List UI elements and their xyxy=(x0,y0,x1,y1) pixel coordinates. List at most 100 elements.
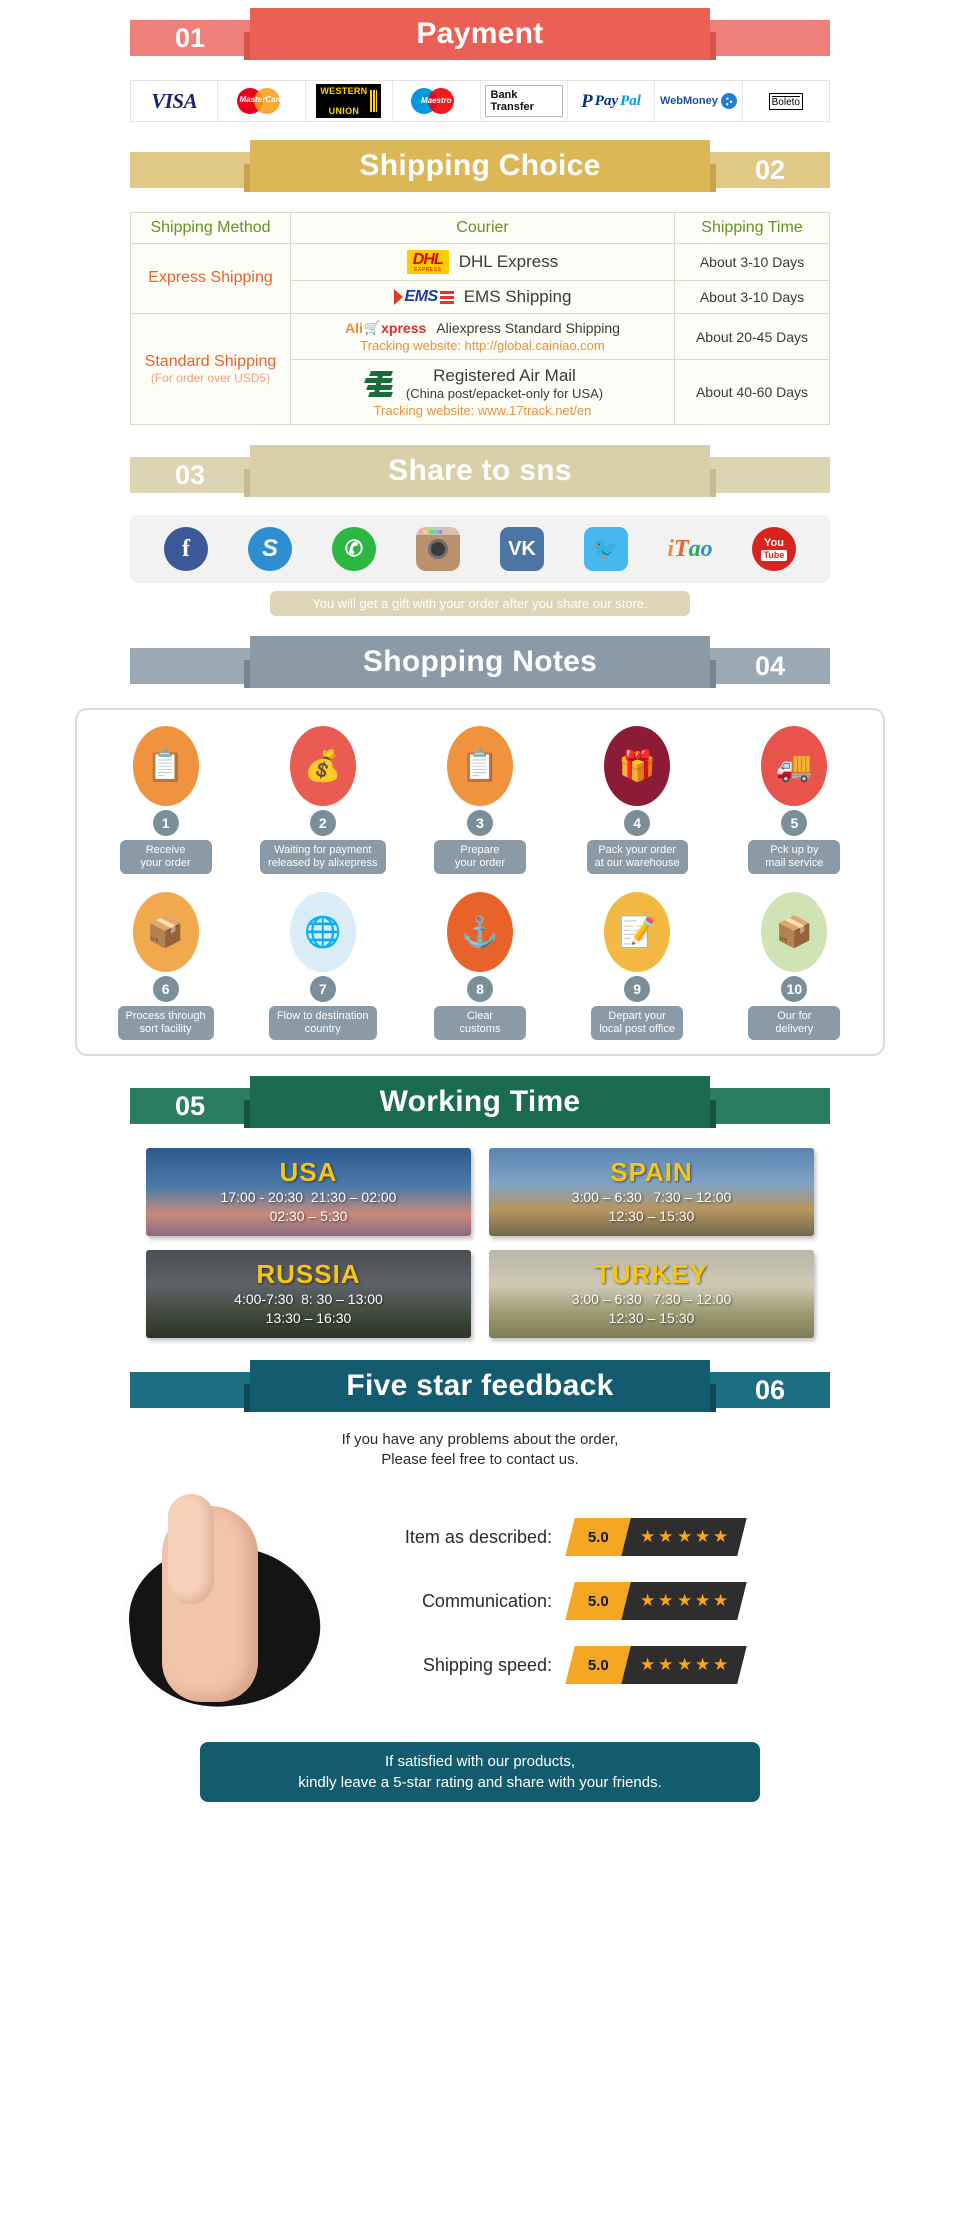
payment-method-visa: VISA xyxy=(131,81,219,121)
ribbon-share: Share to sns 03 xyxy=(130,441,830,503)
shopping-note-step-9: 📝 9 Depart your local post office xyxy=(562,892,712,1040)
payment-method-bank-transfer: Bank Transfer xyxy=(481,81,568,121)
working-time-card-russia: RUSSIA 4:00-7:30 8: 30 – 13:00 13:30 – 16… xyxy=(146,1250,471,1338)
rating-score: 5.0 xyxy=(565,1582,631,1620)
cell-courier-ems: EMS EMS Shipping xyxy=(290,280,675,314)
star-icon: ★ xyxy=(640,1527,656,1546)
working-time-card-spain: SPAIN 3:00 – 6:30 7:30 – 12:00 12:30 – 15… xyxy=(489,1148,814,1236)
vk-icon[interactable]: VK xyxy=(500,527,544,571)
rating-score: 5.0 xyxy=(565,1646,631,1684)
step-label: Clear customs xyxy=(433,1006,526,1040)
star-icon: ★ xyxy=(658,1527,674,1546)
section-number: 02 xyxy=(754,155,786,185)
thumb-shape xyxy=(168,1494,214,1604)
payment-method-paypal: P Pay Pal xyxy=(568,81,656,121)
rating-label: Communication: xyxy=(421,1590,552,1611)
section-working-time: Working Time 05 USA 17:00 - 20:30 21:30 – … xyxy=(0,1072,960,1338)
paypal-logo: P Pay Pal xyxy=(581,92,641,111)
section-shopping-notes: Shopping Notes 04 📋 1 Receive your order 💰 2 Wa… xyxy=(0,632,960,1056)
header-courier: Courier xyxy=(290,212,675,244)
rating-badge: 5.0 ★ ★ ★ ★ ★ xyxy=(565,1518,747,1556)
section-title: Five star feedback xyxy=(346,1369,614,1402)
section-number: 03 xyxy=(174,460,206,490)
ribbon-body: Share to sns xyxy=(250,445,710,497)
section-number: 06 xyxy=(754,1375,786,1405)
itao-icon[interactable]: iTao xyxy=(667,527,712,571)
ribbon-tail-left xyxy=(130,152,250,188)
shopping-note-step-2: 💰 2 Waiting for payment released by alixepr… xyxy=(248,726,398,874)
step-label: Pack your order at our warehouse xyxy=(586,840,688,874)
country-name: USA xyxy=(279,1156,338,1187)
webmoney-globe-icon xyxy=(720,93,737,109)
mail-truck-icon: 🚚 xyxy=(761,726,828,806)
instagram-icon[interactable] xyxy=(416,527,460,571)
webmoney-logo: WebMoney xyxy=(660,93,737,109)
social-icons-bar: f S ✆ VK 🐦 iTao You Tube xyxy=(130,515,830,583)
section-title: Payment xyxy=(416,17,544,50)
step-label: Waiting for payment released by alixepres… xyxy=(260,840,386,874)
rating-row-2: Shipping speed: 5.0 ★ ★ ★ ★ ★ xyxy=(360,1646,860,1684)
section-number: 04 xyxy=(754,651,786,681)
tracking-website-cainiao[interactable]: Tracking website: http://global.cainiao.… xyxy=(299,338,666,353)
cell-time-ems: About 3-10 Days xyxy=(674,280,830,314)
payment-method-boleto: Boleto xyxy=(743,81,829,121)
anchor-icon: ⚓ xyxy=(446,892,513,972)
boleto-label: Boleto xyxy=(771,95,800,108)
step-label: Pck up by mail service xyxy=(748,840,841,874)
maestro-label: Maestro xyxy=(420,96,452,105)
header-shipping-method: Shipping Method xyxy=(130,212,291,244)
shopping-note-step-7: 🌐 7 Flow to destination country xyxy=(248,892,398,1040)
working-hours: 17:00 - 20:30 21:30 – 02:00 02:30 – 5:30 xyxy=(220,1188,397,1224)
working-hours: 4:00-7:30 8: 30 – 13:00 13:30 – 16:30 xyxy=(234,1290,383,1326)
facebook-icon[interactable]: f xyxy=(164,527,208,571)
shopping-note-step-3: 📋 3 Prepare your order xyxy=(405,726,555,874)
ribbon-tail-left xyxy=(130,648,250,684)
working-hours: 3:00 – 6:30 7:30 – 12:00 12:30 – 15:30 xyxy=(571,1290,732,1326)
step-number: 3 xyxy=(466,810,493,836)
ribbon-body: Shopping Notes xyxy=(250,636,710,688)
ribbon-body: Payment xyxy=(250,8,710,60)
table-header-row: Shipping Method Courier Shipping Time xyxy=(130,212,830,244)
ribbon-payment: Payment 01 xyxy=(130,4,830,66)
ribbon-body: Shipping Choice xyxy=(250,140,710,192)
star-icon: ★ xyxy=(640,1591,656,1610)
webmoney-label: WebMoney xyxy=(660,95,718,107)
ribbon-body: Five star feedback xyxy=(250,1360,710,1412)
working-time-card-usa: USA 17:00 - 20:30 21:30 – 02:00 02:30 – 5… xyxy=(146,1148,471,1236)
working-time-card-turkey: TURKEY 3:00 – 6:30 7:30 – 12:00 12:30 – 1… xyxy=(489,1250,814,1338)
rating-stars: ★ ★ ★ ★ ★ xyxy=(621,1646,747,1684)
paypal-pal-text: Pal xyxy=(620,92,641,109)
shopping-note-step-4: 🎁 4 Pack your order at our warehouse xyxy=(562,726,712,874)
cell-courier-aliexpress: Ali 🛒 xpress Aliexpress Standard Shipping … xyxy=(290,313,675,360)
shopping-note-step-10: 📦 10 Our for delivery xyxy=(719,892,869,1040)
ribbon-working-time: Working Time 05 xyxy=(130,1072,830,1134)
country-name: RUSSIA xyxy=(256,1258,361,1289)
airmail-subtitle: (China post/epacket-only for USA) xyxy=(405,386,604,401)
document-hand-icon: 📋 xyxy=(132,726,199,806)
skype-icon[interactable]: S xyxy=(248,527,292,571)
rating-badge: 5.0 ★ ★ ★ ★ ★ xyxy=(565,1646,747,1684)
postman-icon: 📝 xyxy=(604,892,671,972)
shopping-note-step-5: 🚚 5 Pck up by mail service xyxy=(719,726,869,874)
ems-logo: EMS xyxy=(393,288,454,306)
whatsapp-icon[interactable]: ✆ xyxy=(332,527,376,571)
star-icon: ★ xyxy=(676,1527,692,1546)
section-number: 05 xyxy=(174,1091,206,1121)
wu-line2: UNION xyxy=(328,106,360,116)
rating-stars: ★ ★ ★ ★ ★ xyxy=(621,1582,747,1620)
section-feedback: Five star feedback 06 If you have any pro… xyxy=(0,1356,960,1802)
twitter-icon[interactable]: 🐦 xyxy=(584,527,628,571)
boleto-logo: Boleto xyxy=(768,92,803,110)
rating-stars: ★ ★ ★ ★ ★ xyxy=(621,1518,747,1556)
notes-row-2: 📦 6 Process through sort facility 🌐 7 Flow to … xyxy=(87,892,873,1040)
money-bag-icon: 💰 xyxy=(289,726,356,806)
section-title: Share to sns xyxy=(388,454,572,487)
star-icon: ★ xyxy=(694,1655,710,1674)
rating-label: Shipping speed: xyxy=(422,1654,552,1675)
payment-method-webmoney: WebMoney xyxy=(655,81,743,121)
youtube-icon[interactable]: You Tube xyxy=(752,527,796,571)
shipping-table: Shipping Method Courier Shipping Time Ex… xyxy=(130,212,830,425)
mastercard-label: MasterCard xyxy=(239,95,284,104)
tracking-website-17track[interactable]: Tracking website: www.17track.net/en xyxy=(299,403,666,418)
star-icon: ★ xyxy=(676,1591,692,1610)
